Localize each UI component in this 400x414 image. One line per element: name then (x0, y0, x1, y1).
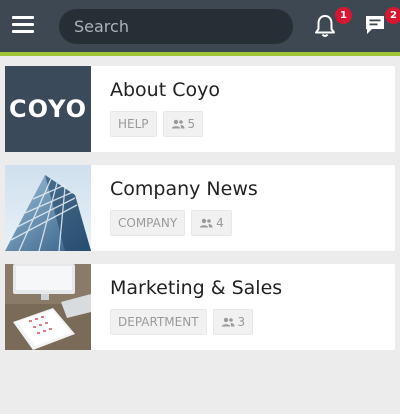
menu-icon[interactable] (12, 16, 36, 36)
members-chip: 5 (162, 111, 204, 137)
members-count: 5 (187, 117, 196, 131)
category-label: COMPANY (118, 216, 178, 230)
members-chip: 4 (191, 210, 232, 236)
members-count: 3 (237, 315, 246, 329)
notifications-badge: 1 (335, 7, 352, 24)
members-icon (221, 317, 235, 327)
page-card-marketing-sales[interactable]: Marketing & Sales DEPARTMENT 3 (5, 264, 395, 350)
coyo-logo-text: COYO (8, 95, 88, 123)
page-card-company-news[interactable]: Company News COMPANY 4 (5, 165, 395, 251)
coyo-logo-thumbnail: COYO (5, 66, 91, 152)
page-title: Company News (110, 178, 258, 200)
members-icon (171, 119, 185, 129)
messages-icon[interactable]: 2 (364, 7, 400, 40)
messages-badge: 2 (385, 7, 400, 24)
members-chip: 3 (212, 309, 254, 335)
members-count: 4 (216, 216, 224, 230)
page-card-about-coyo[interactable]: COYO About Coyo HELP 5 (5, 66, 395, 152)
top-bar: Search 1 2 (0, 0, 400, 52)
category-label: HELP (118, 117, 149, 131)
accent-line (0, 52, 400, 56)
desk-thumbnail (5, 264, 91, 350)
page-title: Marketing & Sales (110, 277, 283, 299)
members-icon (199, 218, 213, 228)
building-thumbnail (5, 165, 91, 251)
category-chip: COMPANY (110, 210, 186, 236)
category-chip: DEPARTMENT (110, 309, 207, 335)
category-chip: HELP (110, 111, 157, 137)
notifications-bell-icon[interactable]: 1 (314, 7, 352, 40)
category-label: DEPARTMENT (118, 315, 199, 329)
search-input[interactable]: Search (59, 9, 293, 44)
page-title: About Coyo (110, 79, 220, 101)
